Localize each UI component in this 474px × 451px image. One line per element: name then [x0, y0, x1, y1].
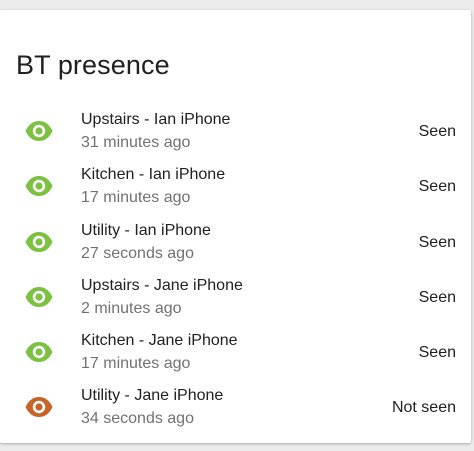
entity-name: Kitchen - Ian iPhone	[81, 166, 226, 184]
entity-row[interactable]: Upstairs - Jane iPhone 2 minutes ago See…	[0, 272, 471, 327]
entity-name: Utility - Ian iPhone	[81, 221, 211, 239]
eye-icon	[24, 231, 54, 253]
entity-last-changed: 31 minutes ago	[81, 134, 191, 151]
entity-state: Seen	[418, 233, 456, 251]
entity-last-changed: 2 minutes ago	[81, 299, 182, 317]
entity-state: Seen	[418, 178, 456, 196]
entity-last-changed: 17 minutes ago	[81, 189, 191, 207]
entity-last-changed: 34 seconds ago	[81, 410, 194, 428]
entity-row[interactable]: Kitchen - Jane iPhone 17 minutes ago See…	[0, 327, 471, 382]
entity-state: Not seen	[391, 399, 456, 417]
bt-presence-card: BT presence Upstairs - Ian iPhone 31 min…	[0, 10, 471, 443]
entity-last-changed: 17 minutes ago	[81, 355, 191, 373]
entity-list: Upstairs - Ian iPhone 31 minutes ago See…	[0, 106, 471, 438]
entity-row[interactable]: Kitchen - Ian iPhone 17 minutes ago Seen	[0, 161, 471, 216]
eye-icon	[24, 396, 54, 418]
entity-name: Kitchen - Jane iPhone	[81, 332, 238, 350]
entity-name: Upstairs - Ian iPhone	[81, 111, 231, 128]
entity-row[interactable]: Utility - Jane iPhone 34 seconds ago Not…	[0, 382, 471, 437]
eye-icon	[24, 286, 54, 308]
entity-state: Seen	[418, 344, 456, 362]
entity-last-changed: 27 seconds ago	[81, 244, 194, 262]
entity-name: Utility - Jane iPhone	[81, 387, 224, 405]
eye-icon	[24, 120, 54, 142]
entity-row[interactable]: Utility - Ian iPhone 27 seconds ago Seen	[0, 217, 471, 272]
card-title: BT presence	[16, 50, 170, 80]
entity-row[interactable]: Upstairs - Ian iPhone 31 minutes ago See…	[0, 106, 471, 161]
entity-state: Seen	[418, 123, 456, 140]
entity-name: Upstairs - Jane iPhone	[81, 276, 243, 294]
eye-icon	[24, 341, 54, 363]
eye-icon	[24, 175, 54, 197]
entity-state: Seen	[418, 288, 456, 306]
